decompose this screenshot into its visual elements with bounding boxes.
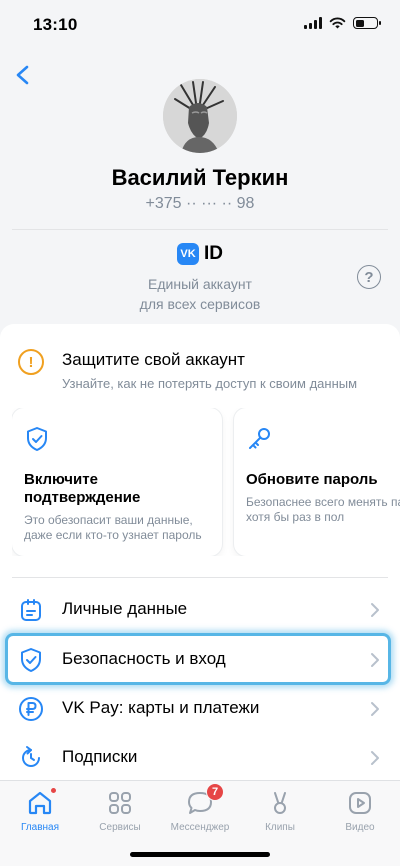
vk-logo-icon: VK (177, 243, 199, 265)
grid-icon (106, 789, 134, 817)
alert-subtitle: Узнайте, как не потерять доступ к своим … (62, 376, 358, 391)
security-tips-carousel[interactable]: Включите подтверждение Это обезопасит ва… (12, 408, 400, 556)
tab-label: Сервисы (99, 822, 141, 833)
chevron-right-icon (371, 751, 379, 765)
chevron-right-icon (371, 653, 379, 667)
tab-clips[interactable]: Клипы (240, 789, 320, 833)
tab-services[interactable]: Сервисы (80, 789, 160, 833)
key-icon (249, 428, 270, 449)
tip-subtitle: Это обезопасит ваши данные, даже если кт… (24, 513, 202, 542)
home-indicator (130, 852, 270, 857)
tab-label: Мессенджер (170, 822, 230, 833)
menu-item-label: Личные данные (62, 599, 188, 618)
vk-id-description: Единый аккаунт для всех сервисов (0, 274, 400, 314)
clips-icon (266, 789, 294, 817)
battery-icon (353, 17, 381, 29)
vk-id-description-line2: для всех сервисов (139, 296, 261, 312)
tab-label: Главная (20, 822, 60, 833)
cellular-signal-icon (304, 17, 322, 29)
tip-card-2fa[interactable]: Включите подтверждение Это обезопасит ва… (12, 408, 222, 556)
vk-id-logo: VK ID (0, 243, 400, 265)
tab-label: Видео (345, 822, 375, 833)
refresh-icon (22, 746, 40, 767)
tip-subtitle: Безопаснее всего менять пароль хотя бы р… (246, 495, 400, 524)
notification-dot (50, 787, 57, 794)
badge-icon (21, 599, 41, 621)
status-bar: 13:10 (0, 0, 400, 50)
menu-item-security[interactable]: Безопасность и вход (0, 636, 400, 684)
shield-check-icon (27, 427, 47, 451)
video-icon (346, 789, 374, 817)
shield-icon (21, 648, 41, 672)
account-card: ! Защитите свой аккаунт Узнайте, как не … (0, 324, 400, 784)
chat-icon: 7 (186, 783, 224, 817)
menu-item-vk-pay[interactable]: VK Pay: карты и платежи (0, 685, 400, 733)
wifi-icon (329, 17, 346, 29)
warning-icon: ! (18, 349, 44, 375)
unread-badge: 7 (206, 783, 224, 801)
menu-item-subscriptions[interactable]: Подписки (0, 734, 400, 782)
alert-title: Защитите свой аккаунт (62, 350, 245, 369)
chevron-right-icon (371, 603, 379, 617)
vk-id-label: ID (204, 243, 223, 264)
status-icons (304, 17, 381, 29)
tab-messenger[interactable]: 7 Мессенджер (160, 783, 240, 833)
ruble-icon (19, 697, 43, 721)
divider (12, 577, 388, 578)
tip-title: Обновите пароль (246, 471, 378, 488)
help-icon[interactable]: ? (357, 265, 381, 289)
back-arrow-icon[interactable] (12, 60, 36, 90)
tip-title: Включите подтверждение (24, 471, 141, 506)
home-icon (26, 787, 57, 817)
menu-item-label: Подписки (62, 747, 138, 766)
vk-id-description-line1: Единый аккаунт (148, 276, 252, 292)
tab-video[interactable]: Видео (320, 789, 400, 833)
avatar[interactable] (163, 79, 237, 153)
divider (12, 229, 388, 230)
menu-item-label: Безопасность и вход (62, 649, 226, 668)
menu-item-label: VK Pay: карты и платежи (62, 698, 260, 717)
status-time: 13:10 (33, 15, 78, 34)
tab-home[interactable]: Главная (0, 787, 80, 833)
tab-label: Клипы (265, 822, 295, 833)
profile-name: Василий Теркин (111, 165, 289, 190)
tip-card-password[interactable]: Обновите пароль Безопаснее всего менять … (234, 408, 400, 556)
menu-item-personal-data[interactable]: Личные данные (0, 586, 400, 634)
chevron-right-icon (371, 702, 379, 716)
profile-phone: +375 ·· ··· ·· 98 (145, 195, 255, 212)
